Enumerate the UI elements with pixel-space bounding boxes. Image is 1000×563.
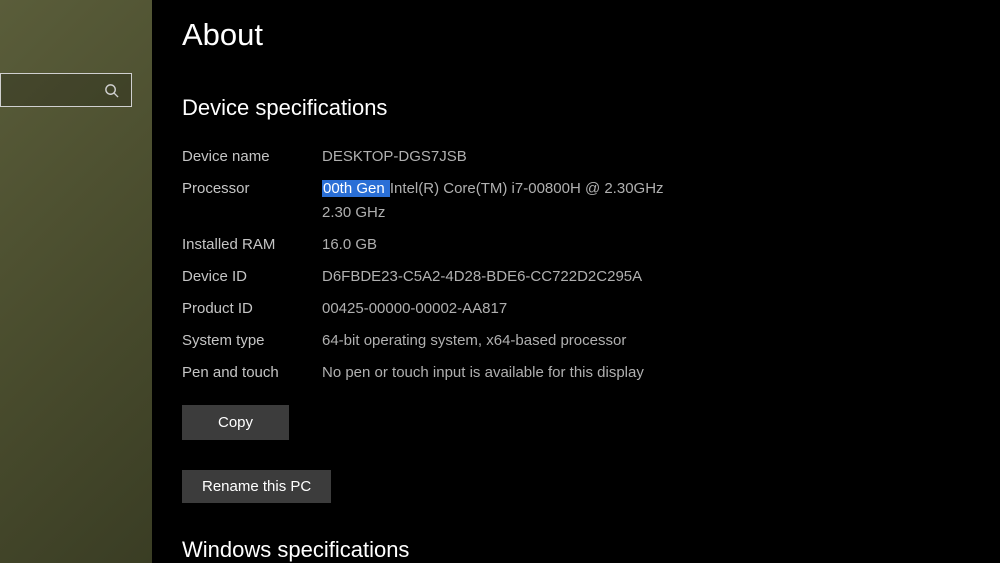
device-name-label: Device name (182, 145, 322, 169)
processor-rest: Intel(R) Core(TM) i7-00800H @ 2.30GHz (390, 180, 664, 197)
product-id-label: Product ID (182, 297, 322, 321)
copy-button[interactable]: Copy (182, 405, 289, 440)
device-id-value: D6FBDE23-C5A2-4D28-BDE6-CC722D2C295A (322, 265, 970, 289)
installed-ram-label: Installed RAM (182, 233, 322, 257)
device-name-value: DESKTOP-DGS7JSB (322, 145, 970, 169)
installed-ram-value: 16.0 GB (322, 233, 970, 257)
search-icon (104, 83, 119, 98)
main-content: About Device specifications Device name … (152, 0, 1000, 563)
device-specs-title: Device specifications (182, 95, 970, 121)
page-title: About (182, 17, 970, 53)
processor-line2: 2.30 GHz (322, 204, 385, 221)
system-type-label: System type (182, 329, 322, 353)
product-id-value: 00425-00000-00002-AA817 (322, 297, 970, 321)
system-type-value: 64-bit operating system, x64-based proce… (322, 329, 970, 353)
processor-value: 00th Gen Intel(R) Core(TM) i7-00800H @ 2… (322, 177, 970, 225)
device-specs-table: Device name DESKTOP-DGS7JSB Processor 00… (182, 145, 970, 385)
processor-highlighted-text: 00th Gen (322, 180, 390, 197)
rename-pc-button[interactable]: Rename this PC (182, 470, 331, 503)
search-box[interactable] (0, 73, 132, 107)
device-id-label: Device ID (182, 265, 322, 289)
pen-touch-value: No pen or touch input is available for t… (322, 361, 970, 385)
sidebar (0, 0, 152, 563)
processor-label: Processor (182, 177, 322, 225)
pen-touch-label: Pen and touch (182, 361, 322, 385)
windows-specs-title: Windows specifications (182, 537, 970, 563)
